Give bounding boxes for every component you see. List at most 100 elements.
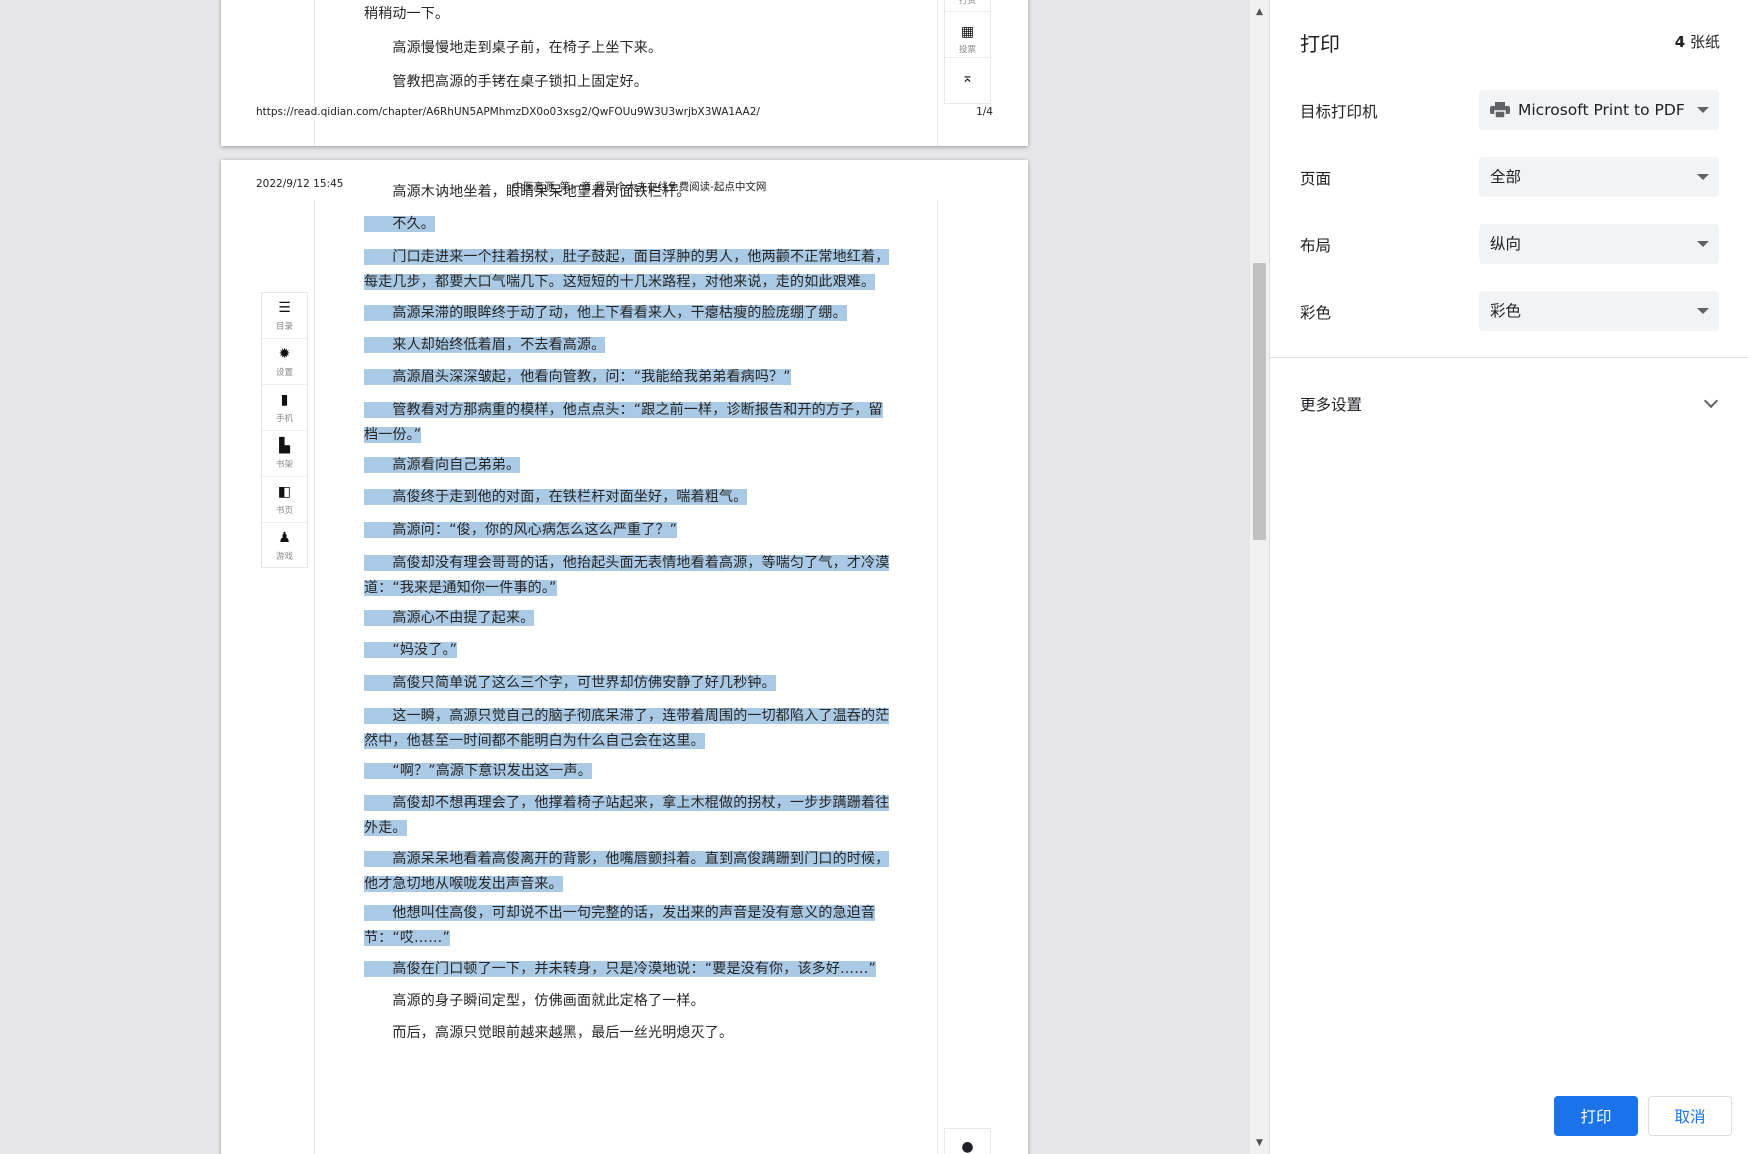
side-tool-bookshelf: ▙ 书架 <box>262 431 307 477</box>
side-tool-settings: ✹ 设置 <box>262 339 307 385</box>
text-line: 每走几步，都要大口气喘几下。这短短的十几米路程，对他来说，走的如此艰难。 <box>364 274 876 290</box>
side-tool-book-page: ◧ 书页 <box>262 477 307 523</box>
paragraph: 来人却始终低着眉，不去看高源。 <box>364 333 904 358</box>
right-toolbar: 打赏 ▦ 投票 ⌅ <box>944 0 991 104</box>
print-settings-panel: 打印 4 张纸 目标打印机 Microsoft Print to PDF 页面 … <box>1269 0 1748 1154</box>
dropdown-caret-icon <box>1697 241 1709 247</box>
paragraph: 高俊终于走到他的对面，在铁栏杆对面坐好，喘着粗气。 <box>364 485 904 510</box>
paragraph: “妈没了。” <box>364 638 904 663</box>
destination-label: 目标打印机 <box>1300 103 1378 121</box>
footer-url: https://read.qidian.com/chapter/A6RhUN5A… <box>256 106 760 118</box>
text-line: 高源呆滞的眼眸终于动了动，他上下看看来人，干瘪枯瘦的脸庞绷了绷。 <box>364 305 847 321</box>
settings-icon: ✹ <box>278 346 291 362</box>
side-tool-label: 手机 <box>275 414 293 424</box>
paragraph: 他想叫住高俊，可却说不出一句完整的话，发出来的声音是没有意义的急迫音 节：“哎……… <box>364 901 904 951</box>
destination-row: 目标打印机 Microsoft Print to PDF <box>1300 90 1720 130</box>
scroll-thumb[interactable] <box>1253 263 1266 540</box>
text-line: 档一份。” <box>364 427 422 443</box>
paragraph: 管教把高源的手铐在桌子锁扣上固定好。 <box>364 70 904 95</box>
print-preview: 稍稍动一下。 高源慢慢地走到桌子前，在椅子上坐下来。 管教把高源的手铐在桌子锁扣… <box>0 0 1250 1154</box>
book-page-icon: ◧ <box>277 484 292 500</box>
paragraph: 高源呆滞的眼眸终于动了动，他上下看看来人，干瘪枯瘦的脸庞绷了绷。 <box>364 301 904 326</box>
more-settings-toggle[interactable]: 更多设置 <box>1300 393 1362 415</box>
sheet-count-value: 4 <box>1674 33 1686 51</box>
paragraph: 高俊却不想再理会了，他撑着椅子站起来，拿上木棍做的拐杖，一步步蹒跚着往 外走。 <box>364 791 904 841</box>
text-line: 高俊却没有理会哥哥的话，他抬起头面无表情地看着高源，等喘匀了气，才冷漠 <box>364 555 890 571</box>
side-tool-label: 书页 <box>275 506 293 516</box>
dropdown-caret-icon <box>1697 107 1709 113</box>
text-line: 高源看向自己弟弟。 <box>364 457 521 473</box>
print-button[interactable]: 打印 <box>1554 1096 1638 1136</box>
side-tool-label: 书架 <box>275 460 293 470</box>
text-line: 高俊终于走到他的对面，在铁栏杆对面坐好，喘着粗气。 <box>364 489 748 505</box>
bookshelf-icon: ▙ <box>279 438 290 454</box>
settings-title: 打印 <box>1300 32 1340 56</box>
text-line: 道：“我来是通知你一件事的。” <box>364 580 557 596</box>
color-row: 彩色 彩色 <box>1300 291 1720 331</box>
paragraph: 高源心不由提了起来。 <box>364 606 904 631</box>
text-line: 高俊却不想再理会了，他撑着椅子站起来，拿上木棍做的拐杖，一步步蹒跚着往 <box>364 795 890 811</box>
paragraph: 不久。 <box>364 212 904 237</box>
scroll-down-arrow-icon[interactable]: ▼ <box>1250 1135 1269 1152</box>
paragraph: 高源看向自己弟弟。 <box>364 453 904 478</box>
pages-value: 全部 <box>1490 168 1522 186</box>
text-line: 不久。 <box>364 216 435 232</box>
side-tool-label: 设置 <box>275 368 293 378</box>
preview-scrollbar[interactable]: ▲ ▼ <box>1250 0 1269 1154</box>
text-line: 管教把高源的手铐在桌子锁扣上固定好。 <box>364 74 648 90</box>
paragraph: 高俊却没有理会哥哥的话，他抬起头面无表情地看着高源，等喘匀了气，才冷漠 道：“我来… <box>364 551 904 601</box>
text-line: 高源眉头深深皱起，他看向管教，问：“我能给我弟弟看病吗？” <box>364 369 791 385</box>
paragraph: 这一瞬，高源只觉自己的脑子彻底呆滞了，连带着周围的一切都陷入了温吞的茫 然中，他甚… <box>364 704 904 754</box>
text-line: 他才急切地从喉咙发出声音来。 <box>364 876 563 892</box>
layout-row: 布局 纵向 <box>1300 224 1720 264</box>
pages-label: 页面 <box>1300 170 1332 188</box>
text-line: 高源呆呆地看着高俊离开的背影，他嘴唇颤抖着。直到高俊蹒跚到门口的时候， <box>364 851 890 867</box>
text-line: 稍稍动一下。 <box>364 6 450 22</box>
cancel-button[interactable]: 取消 <box>1648 1096 1732 1136</box>
game-icon: ♟ <box>278 530 291 546</box>
layout-select[interactable]: 纵向 <box>1479 224 1719 264</box>
column-divider <box>314 200 315 1154</box>
text-line: “啊？”高源下意识发出这一声。 <box>364 763 592 779</box>
paragraph: 稍稍动一下。 <box>364 2 904 27</box>
text-line: 而后，高源只觉眼前越来越黑，最后一丝光明熄灭了。 <box>364 1025 734 1041</box>
preview-page-1: 稍稍动一下。 高源慢慢地走到桌子前，在椅子上坐下来。 管教把高源的手铐在桌子锁扣… <box>221 0 1028 146</box>
text-line: 高源问：“俊，你的风心病怎么这么严重了？” <box>364 522 678 538</box>
vote-tool: ▦ 投票 <box>945 12 990 58</box>
text-line: 高俊只简单说了这么三个字，可世界却仿佛安静了好几秒钟。 <box>364 675 776 691</box>
scroll-up-arrow-icon[interactable]: ▲ <box>1250 4 1269 21</box>
color-label: 彩色 <box>1300 304 1332 322</box>
color-select[interactable]: 彩色 <box>1479 291 1719 331</box>
destination-value: Microsoft Print to PDF <box>1518 101 1685 119</box>
chevron-down-icon[interactable] <box>1703 393 1719 409</box>
side-tool-label: 目录 <box>275 322 293 332</box>
side-tool-label: 游戏 <box>275 552 293 562</box>
user-icon: ● <box>961 1139 974 1154</box>
text-line: 然中，他甚至一时间都不能明白为什么自己会在这里。 <box>364 733 705 749</box>
phone-icon: ▮ <box>280 392 289 408</box>
text-line: 节：“哎……” <box>364 930 450 946</box>
pages-select[interactable]: 全部 <box>1479 157 1719 197</box>
text-line: “妈没了。” <box>364 642 458 658</box>
side-toolbar: ☰ 目录 ✹ 设置 ▮ 手机 ▙ 书架 ◧ 书页 ♟ 游戏 <box>261 292 308 568</box>
paragraph: 高源慢慢地走到桌子前，在椅子上坐下来。 <box>364 36 904 61</box>
text-line: 高俊在门口顿了一下，并未转身，只是冷漠地说：“要是没有你，该多好……” <box>364 961 876 977</box>
paragraph: 高俊在门口顿了一下，并未转身，只是冷漠地说：“要是没有你，该多好……” <box>364 957 904 982</box>
side-tool-catalog: ☰ 目录 <box>262 293 307 339</box>
paragraph: 管教看对方那病重的模样，他点点头：“跟之前一样，诊断报告和开的方子，留 档一份。” <box>364 398 904 448</box>
catalog-icon: ☰ <box>278 300 291 316</box>
color-value: 彩色 <box>1490 302 1522 320</box>
layout-value: 纵向 <box>1490 235 1522 253</box>
column-divider <box>314 0 315 146</box>
destination-select[interactable]: Microsoft Print to PDF <box>1479 90 1719 130</box>
text-line: 门口走进来一个拄着拐杖，肚子鼓起，面目浮肿的男人，他两颧不正常地红着， <box>364 249 890 265</box>
settings-divider <box>1270 357 1748 358</box>
text-line: 高源心不由提了起来。 <box>364 610 535 626</box>
paragraph: 高俊只简单说了这么三个字，可世界却仿佛安静了好几秒钟。 <box>364 671 904 696</box>
printer-icon <box>1490 101 1510 118</box>
back-to-top-tool: ⌅ <box>945 58 990 104</box>
side-tool-game: ♟ 游戏 <box>262 523 307 569</box>
text-line: 这一瞬，高源只觉自己的脑子彻底呆滞了，连带着周围的一切都陷入了温吞的茫 <box>364 708 890 724</box>
text-line: 高源木讷地坐着，眼睛呆呆地望着对面铁栏杆。 <box>364 184 691 200</box>
paragraph: 而后，高源只觉眼前越来越黑，最后一丝光明熄灭了。 <box>364 1021 904 1046</box>
